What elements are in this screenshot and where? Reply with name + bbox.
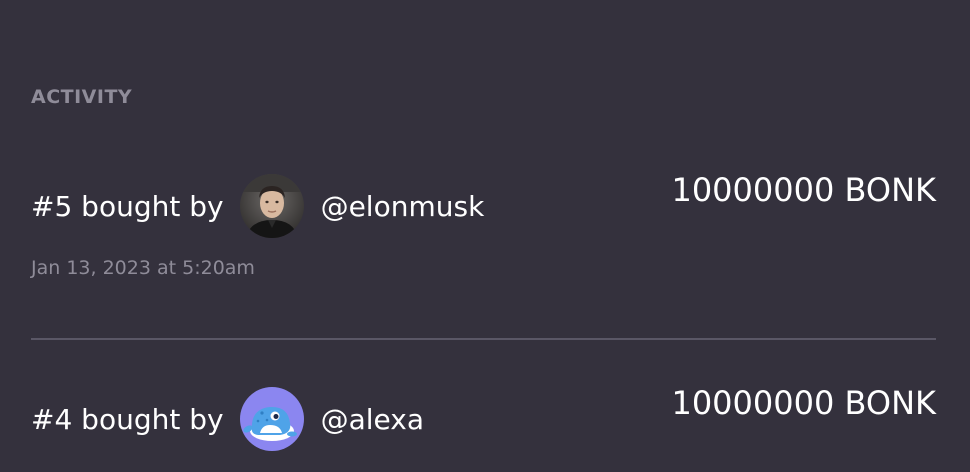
activity-panel: ACTIVITY #5 bought by @elonmusk 10000000… bbox=[0, 0, 970, 472]
activity-item-main: #5 bought by @elonmusk bbox=[31, 174, 484, 238]
activity-timestamp: Jan 13, 2023 at 5:20am bbox=[31, 257, 255, 279]
price-amount: 10000000 BONK bbox=[671, 171, 936, 209]
user-avatar[interactable] bbox=[239, 387, 304, 451]
activity-item-main: #4 bought by @alexa bbox=[31, 387, 424, 451]
activity-section-title: ACTIVITY bbox=[31, 86, 133, 108]
price-amount: 10000000 BONK bbox=[671, 384, 936, 422]
username-link[interactable]: @alexa bbox=[321, 403, 424, 436]
person-photo-avatar-icon bbox=[239, 174, 304, 238]
username-link[interactable]: @elonmusk bbox=[321, 190, 485, 223]
activity-item[interactable]: #5 bought by @elonmusk 10000000 BONK Jan… bbox=[31, 171, 936, 279]
activity-item-label: #5 bought by bbox=[31, 189, 224, 223]
seal-cartoon-avatar-icon bbox=[239, 387, 304, 451]
activity-item-label: #4 bought by bbox=[31, 402, 224, 436]
activity-item[interactable]: #4 bought by @alexa 10000000 BONK bbox=[31, 384, 936, 451]
divider bbox=[31, 338, 936, 340]
user-avatar[interactable] bbox=[239, 174, 304, 238]
